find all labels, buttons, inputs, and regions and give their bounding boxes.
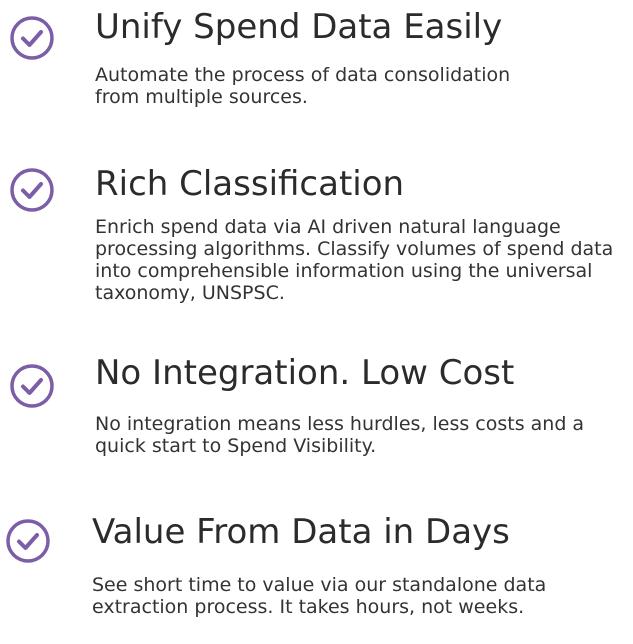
feature-title: Rich Classification xyxy=(95,164,405,204)
feature-title: Unify Spend Data Easily xyxy=(95,7,503,47)
feature-description: Automate the process of data consolidati… xyxy=(95,64,511,108)
feature-description: Enrich spend data via AI driven natural … xyxy=(95,216,614,304)
check-circle-icon xyxy=(10,168,54,212)
feature-description: See short time to value via our standalo… xyxy=(92,574,547,618)
feature-description: No integration means less hurdles, less … xyxy=(95,413,585,457)
feature-title: No Integration. Low Cost xyxy=(95,353,515,393)
check-circle-icon xyxy=(10,364,54,408)
check-circle-icon xyxy=(6,519,50,563)
feature-title: Value From Data in Days xyxy=(92,512,510,552)
check-circle-icon xyxy=(10,16,54,60)
